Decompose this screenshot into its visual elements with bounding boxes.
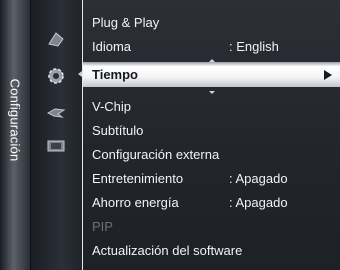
menu-item-value: : Apagado xyxy=(229,171,288,186)
menu-item-entretenimiento[interactable]: Entretenimiento : Apagado xyxy=(83,167,340,189)
menu-item-label: Actualización del software xyxy=(92,243,243,258)
menu-item-label: PIP xyxy=(92,219,113,234)
menu-item-label: Subtítulo xyxy=(92,123,144,138)
menu-item-label: Entretenimiento xyxy=(92,171,184,186)
menu-item-pip: PIP xyxy=(83,215,340,237)
menu-list: Plug & Play Idioma : English Tiempo V-Ch… xyxy=(83,0,340,270)
menu-item-ahorro-energia[interactable]: Ahorro energía : Apagado xyxy=(83,191,340,213)
category-label: Configuración xyxy=(7,78,23,162)
menu-item-label: V-Chip xyxy=(92,99,132,114)
menu-item-value: : English xyxy=(229,39,279,54)
menu-item-v-chip[interactable]: V-Chip xyxy=(83,95,340,117)
menu-item-plug-and-play[interactable]: Plug & Play xyxy=(83,11,340,33)
menu-item-value: : Apagado xyxy=(229,195,288,210)
support-icon[interactable] xyxy=(46,104,66,122)
settings-gear-icon[interactable] xyxy=(46,66,66,84)
menu-item-idioma[interactable]: Idioma : English xyxy=(83,35,340,57)
active-category-indicator xyxy=(78,71,82,77)
menu-item-label: Plug & Play xyxy=(92,15,160,30)
scroll-down-indicator xyxy=(209,91,215,94)
menu-item-actualizacion-software[interactable]: Actualización del software xyxy=(83,239,340,261)
menu-item-configuracion-externa[interactable]: Configuración externa xyxy=(83,143,340,165)
menu-item-label: Configuración externa xyxy=(92,147,220,162)
picture-icon[interactable] xyxy=(46,30,66,48)
menu-item-label: Tiempo xyxy=(92,67,138,82)
category-tab[interactable]: Configuración xyxy=(0,0,31,270)
menu-item-label: Ahorro energía xyxy=(92,195,179,210)
menu-item-tiempo[interactable]: Tiempo xyxy=(83,62,340,87)
tv-settings-menu: Configuración Plug & Play Idioma: Engli… xyxy=(0,0,340,270)
menu-item-subtitulo[interactable]: Subtítulo xyxy=(83,119,340,141)
menu-item-label: Idioma xyxy=(92,39,132,54)
submenu-arrow-icon xyxy=(324,70,332,80)
input-icon[interactable] xyxy=(46,137,66,155)
category-icon-column xyxy=(31,0,82,270)
